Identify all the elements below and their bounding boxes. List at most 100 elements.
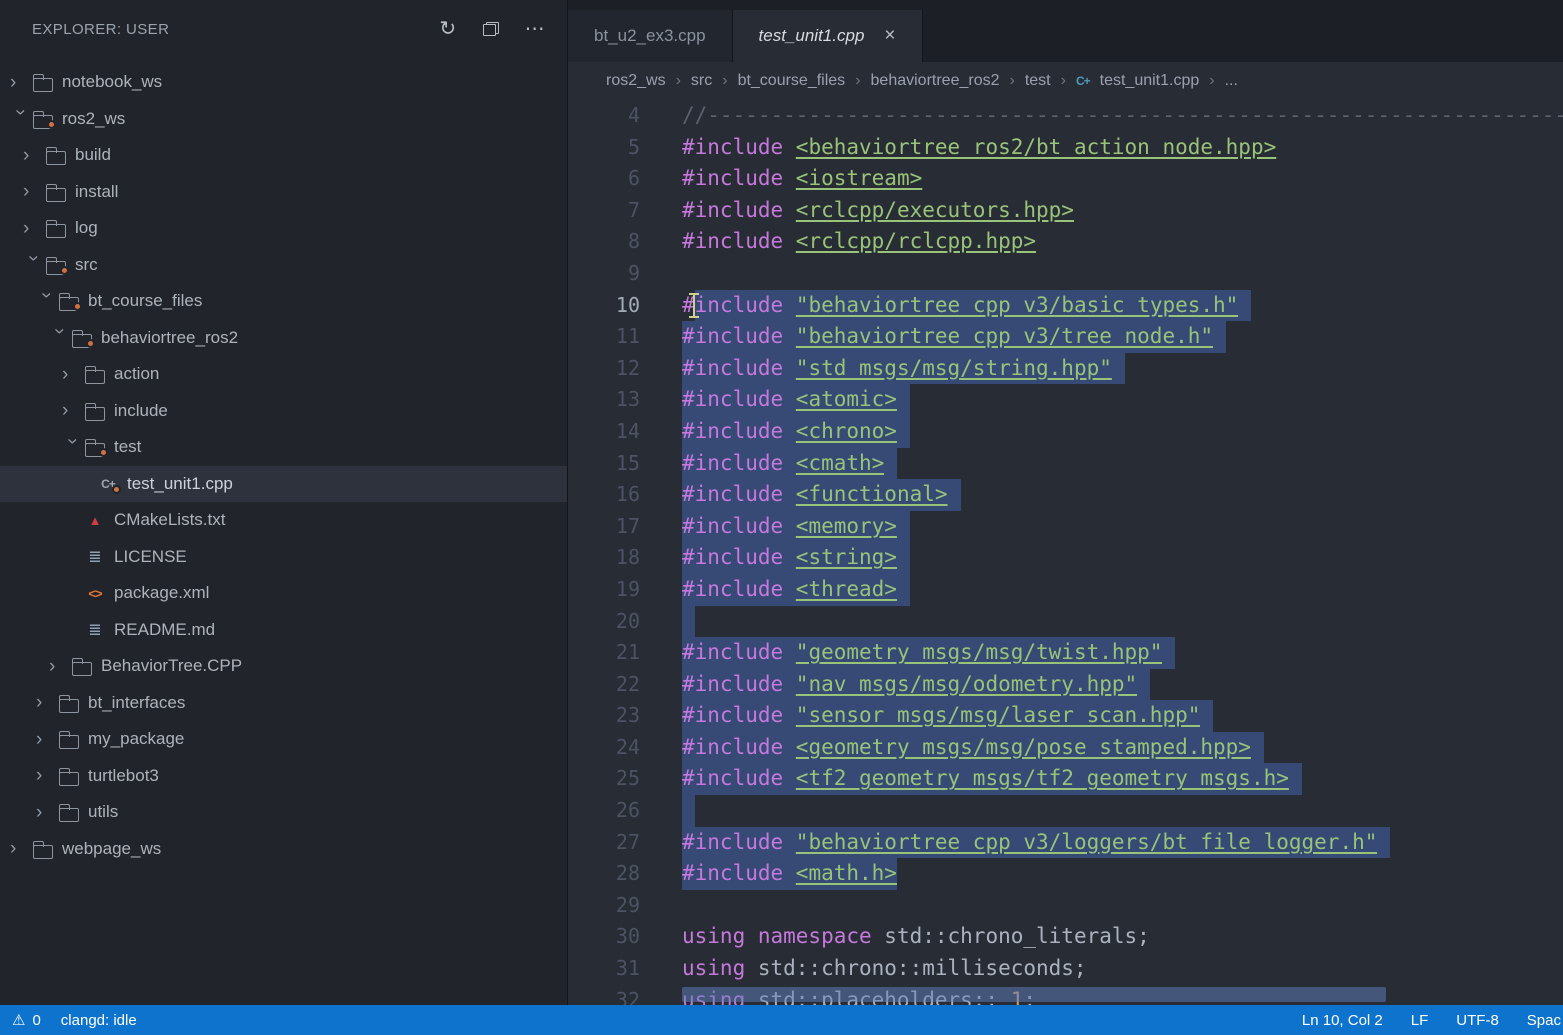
selection-newline (897, 542, 910, 574)
breadcrumb-item[interactable]: bt_course_files (738, 72, 846, 90)
code-editor[interactable]: 4//-------------------------------------… (568, 100, 1563, 1005)
tab-label: test_unit1.cpp (759, 26, 865, 46)
code-line-6[interactable]: 6#include <iostream> (568, 163, 1563, 195)
code-line-23[interactable]: 23#include "sensor_msgs/msg/laser_scan.h… (568, 700, 1563, 732)
chevron-right-icon[interactable]: › (36, 693, 58, 712)
code-line-18[interactable]: 18#include <string> (568, 542, 1563, 574)
close-icon[interactable]: × (884, 25, 895, 47)
breadcrumb-item[interactable]: ... (1225, 72, 1238, 90)
folder-icon (58, 767, 80, 785)
cpp-icon: C+ (1076, 74, 1090, 88)
chevron-right-icon[interactable]: › (23, 219, 45, 238)
tree-item-label: build (75, 145, 111, 165)
more-actions-icon[interactable]: ⋯ (525, 19, 545, 39)
tree-item-src[interactable]: ›src (0, 247, 567, 284)
code-line-21[interactable]: 21#include "geometry_msgs/msg/twist.hpp" (568, 637, 1563, 669)
tree-item-install[interactable]: ›install (0, 174, 567, 211)
tree-item-log[interactable]: ›log (0, 210, 567, 247)
breadcrumb-item[interactable]: test_unit1.cpp (1100, 72, 1200, 90)
code-line-8[interactable]: 8#include <rclcpp/rclcpp.hpp> (568, 226, 1563, 258)
tree-item-notebook_ws[interactable]: ›notebook_ws (0, 64, 567, 101)
tree-item-webpage_ws[interactable]: ›webpage_ws (0, 831, 567, 868)
tree-item-build[interactable]: › build (0, 137, 567, 174)
eol-selector[interactable]: LF (1411, 1012, 1429, 1029)
breadcrumb-item[interactable]: src (691, 72, 712, 90)
chevron-down-icon[interactable]: › (24, 255, 43, 277)
tree-item-test[interactable]: ›test (0, 429, 567, 466)
indentation-selector[interactable]: Spac (1527, 1012, 1561, 1029)
code-line-14[interactable]: 14#include <chrono> (568, 416, 1563, 448)
tree-item-CMakeLists.txt[interactable]: ▲CMakeLists.txt (0, 502, 567, 539)
code-line-28[interactable]: 28#include <math.h> (568, 858, 1563, 890)
chevron-right-icon[interactable]: › (10, 73, 32, 92)
chevron-right-icon[interactable]: › (36, 766, 58, 785)
code-line-26[interactable]: 26 (568, 795, 1563, 827)
code-line-22[interactable]: 22#include "nav_msgs/msg/odometry.hpp" (568, 669, 1563, 701)
chevron-right-icon[interactable]: › (23, 146, 45, 165)
tree-item-ros2_ws[interactable]: ›ros2_ws (0, 101, 567, 138)
code-line-7[interactable]: 7#include <rclcpp/executors.hpp> (568, 195, 1563, 227)
code-line-30[interactable]: 30using namespace std::chrono_literals; (568, 921, 1563, 953)
chevron-down-icon[interactable]: › (50, 328, 69, 350)
language-server-status[interactable]: clangd: idle (61, 1012, 137, 1029)
code-line-27[interactable]: 27#include "behaviortree_cpp_v3/loggers/… (568, 827, 1563, 859)
chevron-down-icon[interactable]: › (37, 292, 56, 314)
horizontal-scrollbar[interactable] (682, 987, 1386, 1002)
line-number: 26 (568, 795, 640, 827)
code-line-29[interactable]: 29 (568, 890, 1563, 922)
tree-item-bt_course_files[interactable]: ›bt_course_files (0, 283, 567, 320)
breadcrumb-item[interactable]: behaviortree_ros2 (871, 72, 1000, 90)
code-line-17[interactable]: 17#include <memory> (568, 511, 1563, 543)
tree-item-README.md[interactable]: ≣README.md (0, 612, 567, 649)
code-line-11[interactable]: 11#include "behaviortree_cpp_v3/tree_nod… (568, 321, 1563, 353)
chevron-right-icon[interactable]: › (36, 730, 58, 749)
encoding-selector[interactable]: UTF-8 (1456, 1012, 1499, 1029)
code-line-31[interactable]: 31using std::chrono::milliseconds; (568, 953, 1563, 985)
chevron-right-icon[interactable]: › (23, 182, 45, 201)
line-number: 5 (568, 132, 640, 164)
code-line-19[interactable]: 19#include <thread> (568, 574, 1563, 606)
breadcrumb-separator-icon: › (722, 72, 727, 90)
code-line-20[interactable]: 20 (568, 606, 1563, 638)
code-line-9[interactable]: 9 (568, 258, 1563, 290)
breadcrumb-item[interactable]: test (1025, 72, 1051, 90)
tab-test_unit1.cpp[interactable]: test_unit1.cpp × (733, 10, 923, 62)
tree-item-package.xml[interactable]: <>package.xml (0, 575, 567, 612)
code-line-15[interactable]: 15#include <cmath> (568, 448, 1563, 480)
chevron-down-icon[interactable]: › (11, 109, 30, 131)
code-line-5[interactable]: 5#include <behaviortree_ros2/bt_action_n… (568, 132, 1563, 164)
tree-item-action[interactable]: ›action (0, 356, 567, 393)
code-line-25[interactable]: 25#include <tf2_geometry_msgs/tf2_geomet… (568, 763, 1563, 795)
code-line-4[interactable]: 4//-------------------------------------… (568, 100, 1563, 132)
folder-icon (45, 256, 67, 274)
tree-item-include[interactable]: ›include (0, 393, 567, 430)
tree-item-turtlebot3[interactable]: ›turtlebot3 (0, 758, 567, 795)
tree-item-LICENSE[interactable]: ≣LICENSE (0, 539, 567, 576)
code-line-13[interactable]: 13#include <atomic> (568, 384, 1563, 416)
code-line-12[interactable]: 12#include "std_msgs/msg/string.hpp" (568, 353, 1563, 385)
tree-item-bt_interfaces[interactable]: ›bt_interfaces (0, 685, 567, 722)
chevron-right-icon[interactable]: › (62, 365, 84, 384)
refresh-icon[interactable]: ↻ (439, 19, 456, 39)
problems-indicator[interactable]: ⚠ 0 (12, 1011, 41, 1029)
tree-item-my_package[interactable]: ›my_package (0, 721, 567, 758)
cursor-position[interactable]: Ln 10, Col 2 (1302, 1012, 1383, 1029)
chevron-down-icon[interactable]: › (63, 438, 82, 460)
chevron-right-icon[interactable]: › (10, 839, 32, 858)
selection-newline (1200, 700, 1213, 732)
tree-item-BehaviorTree.CPP[interactable]: ›BehaviorTree.CPP (0, 648, 567, 685)
chevron-right-icon[interactable]: › (62, 401, 84, 420)
selection-newline (1289, 763, 1302, 795)
code-line-10[interactable]: 10#include "behaviortree_cpp_v3/basic_ty… (568, 290, 1563, 322)
code-line-24[interactable]: 24#include <geometry_msgs/msg/pose_stamp… (568, 732, 1563, 764)
chevron-right-icon[interactable]: › (36, 803, 58, 822)
tab-bt_u2_ex3.cpp[interactable]: bt_u2_ex3.cpp (568, 10, 733, 62)
tree-item-utils[interactable]: ›utils (0, 794, 567, 831)
code-line-16[interactable]: 16#include <functional> (568, 479, 1563, 511)
collapse-folders-icon[interactable] (483, 22, 499, 36)
code-text: #include <thread> (640, 574, 910, 606)
tree-item-test_unit1.cpp[interactable]: C+test_unit1.cpp (0, 466, 567, 503)
chevron-right-icon[interactable]: › (49, 657, 71, 676)
breadcrumb-item[interactable]: ros2_ws (606, 72, 666, 90)
tree-item-behaviortree_ros2[interactable]: ›behaviortree_ros2 (0, 320, 567, 357)
